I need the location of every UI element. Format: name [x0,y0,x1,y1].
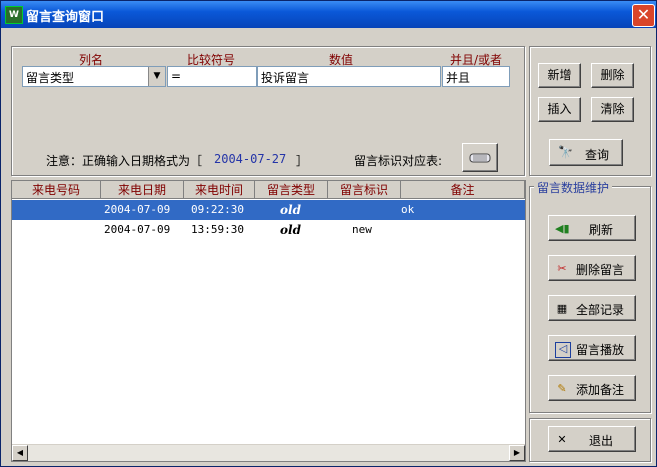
speaker-icon: ◁ [555,342,571,358]
row-time: 09:22:30 [191,203,244,216]
pencil-icon: ✎ [557,382,567,395]
all-records-label: 全部记录 [576,303,625,317]
date-format-note-end: ］ [296,154,309,168]
binoculars-icon: 🔭 [558,145,573,159]
horizontal-scrollbar[interactable]: ◀ ▶ [12,444,525,461]
row-date: 2004-07-09 [104,203,171,216]
col-phone[interactable]: 来电号码 [12,181,101,199]
date-format-note: 注意：正确输入日期格式为［ [46,154,203,168]
new-button[interactable]: 新增 [538,63,581,88]
logic-field[interactable]: 并且 [442,66,510,87]
exit-label: 退出 [589,434,614,448]
add-note-button[interactable]: ✎ 添加备注 [548,375,636,401]
mapping-table-label: 留言标识对应表: [354,154,443,168]
delete-message-label: 删除留言 [576,263,625,277]
app-icon: W [5,6,23,24]
delete-button[interactable]: 删除 [591,63,634,88]
exit-button[interactable]: ✕ 退出 [548,426,636,452]
operator-field[interactable]: = [167,66,257,87]
chevron-down-icon[interactable]: ▼ [148,67,165,86]
hands-icon [469,153,491,163]
clear-button[interactable]: 清除 [591,97,634,122]
table-row[interactable]: 2004-07-09 09:22:30 old ok [12,200,525,220]
message-table[interactable]: 来电号码 来电日期 来电时间 留言类型 留言标识 备注 2004-07-09 0… [11,180,526,462]
refresh-button[interactable]: ◀▮ 刷新 [548,215,636,241]
scroll-left-icon[interactable]: ◀ [12,445,28,461]
play-message-button[interactable]: ◁ 留言播放 [548,335,636,361]
refresh-icon: ◀▮ [555,222,570,235]
grid-icon: ▦ [556,302,568,315]
main-window: W 留言查询窗口 ✕ 列名 比较符号 数值 并且/或者 留言类型 ▼ = 投诉留… [0,0,657,467]
column-select[interactable]: 留言类型 ▼ [22,66,166,87]
col-type[interactable]: 留言类型 [255,181,328,199]
scroll-right-icon[interactable]: ▶ [509,445,525,461]
delete-message-button[interactable]: ✂ 删除留言 [548,255,636,281]
close-button[interactable]: ✕ [632,4,655,27]
table-row[interactable]: 2004-07-09 13:59:30 old new [12,220,525,240]
col-date[interactable]: 来电日期 [101,181,184,199]
insert-button[interactable]: 插入 [538,97,581,122]
mapping-table-button[interactable] [462,143,498,172]
all-records-button[interactable]: ▦ 全部记录 [548,295,636,321]
date-format-example: 2004-07-27 [214,152,287,166]
title-bar[interactable]: W 留言查询窗口 ✕ [1,1,656,28]
maintenance-group-title: 留言数据维护 [534,179,613,196]
search-button-label: 查询 [585,148,610,162]
refresh-label: 刷新 [589,223,614,237]
delete-message-icon: ✂ [557,262,567,275]
window-title: 留言查询窗口 [26,10,105,25]
col-flag[interactable]: 留言标识 [328,181,401,199]
column-select-value: 留言类型 [26,71,75,85]
close-icon: ✕ [557,433,567,446]
row-type: old [280,223,301,237]
col-remark[interactable]: 备注 [401,181,525,199]
value-field[interactable]: 投诉留言 [257,66,441,87]
row-flag: new [352,223,372,236]
row-date: 2004-07-09 [104,223,171,236]
row-time: 13:59:30 [191,223,244,236]
row-remark: ok [401,203,415,216]
row-type: old [280,203,301,217]
search-button[interactable]: 🔭 查询 [549,139,623,166]
col-time[interactable]: 来电时间 [184,181,255,199]
add-note-label: 添加备注 [576,383,625,397]
play-message-label: 留言播放 [576,343,625,357]
